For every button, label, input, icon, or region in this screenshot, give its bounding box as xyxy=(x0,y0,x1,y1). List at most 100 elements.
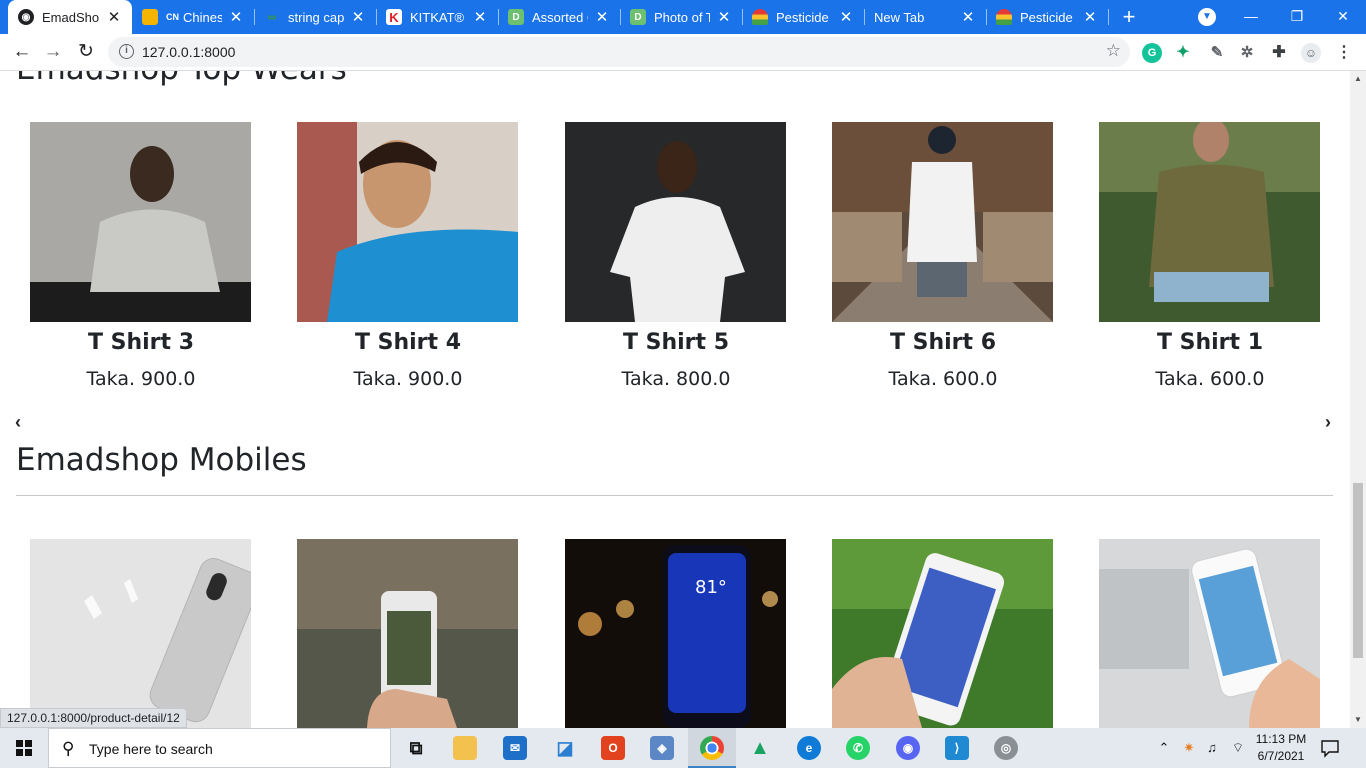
drive-icon[interactable]: ▲ xyxy=(748,736,772,760)
product-image[interactable] xyxy=(832,539,1053,728)
tray-app-icon[interactable]: ✷ xyxy=(1180,728,1198,768)
search-icon: ⚲ xyxy=(62,739,75,758)
tab-pesticide-1[interactable]: Pesticide fo ✕ xyxy=(742,0,864,34)
clock-date: 6/7/2021 xyxy=(1257,749,1305,763)
product-name[interactable]: T Shirt 5 xyxy=(565,330,787,355)
tab-title: string capi xyxy=(288,9,344,25)
product-image[interactable] xyxy=(565,122,786,322)
product-card[interactable]: T Shirt 5 Taka. 800.0 xyxy=(565,122,787,390)
search-placeholder: Type here to search xyxy=(89,741,213,757)
store-icon[interactable]: ◪ xyxy=(553,736,577,760)
tab-new-tab[interactable]: New Tab ✕ xyxy=(864,0,986,34)
product-image[interactable] xyxy=(30,122,251,322)
tab-pesticide-2[interactable]: Pesticide fo ✕ xyxy=(986,0,1108,34)
bug-icon[interactable]: ✲ xyxy=(1237,43,1257,63)
window-close-icon[interactable]: ✕ xyxy=(1320,0,1366,34)
product-image[interactable] xyxy=(297,539,518,728)
tab-title: EmadShop xyxy=(42,9,100,25)
restore-icon[interactable]: ❐ xyxy=(1274,0,1320,34)
product-name[interactable]: T Shirt 1 xyxy=(1099,330,1321,355)
address-bar[interactable]: i 127.0.0.1:8000 ☆ xyxy=(108,37,1130,67)
tab-title: Chinese xyxy=(183,9,222,25)
tab-photo[interactable]: D Photo of Tr ✕ xyxy=(620,0,742,34)
scrollbar-thumb[interactable] xyxy=(1353,483,1363,658)
extension-leaf-icon[interactable]: ✦ xyxy=(1173,43,1193,63)
task-view-icon[interactable]: ⧉ xyxy=(404,736,428,760)
minimize-icon[interactable]: — xyxy=(1228,0,1274,34)
network-icon[interactable]: ⌔ xyxy=(1228,728,1248,768)
tab-search-icon[interactable]: ▼ xyxy=(1198,8,1216,26)
system-clock[interactable]: 11:13 PM 6/7/2021 xyxy=(1250,731,1312,765)
close-icon[interactable]: ✕ xyxy=(594,8,610,26)
product-card[interactable] xyxy=(1099,539,1321,728)
close-icon[interactable]: ✕ xyxy=(838,8,854,26)
tab-chinese[interactable]: CN Chinese ✕ xyxy=(132,0,254,34)
close-icon[interactable]: ✕ xyxy=(1082,8,1098,26)
grammarly-icon[interactable]: G xyxy=(1142,43,1162,63)
info-icon[interactable]: i xyxy=(119,44,134,59)
product-name[interactable]: T Shirt 3 xyxy=(30,330,252,355)
product-card[interactable]: T Shirt 4 Taka. 900.0 xyxy=(297,122,519,390)
product-price: Taka. 900.0 xyxy=(353,368,463,390)
discord-icon[interactable]: ◉ xyxy=(896,736,920,760)
notification-center-icon[interactable] xyxy=(1320,738,1340,758)
carousel-next-button[interactable]: › xyxy=(1325,412,1331,433)
page-scrollbar[interactable]: ▲ ▼ xyxy=(1350,71,1366,728)
bookmark-star-icon[interactable]: ☆ xyxy=(1106,41,1121,61)
product-image[interactable] xyxy=(30,539,251,728)
tab-title: KITKAT® C xyxy=(410,9,466,25)
menu-dots-icon[interactable]: ⋮ xyxy=(1334,43,1354,63)
product-card[interactable] xyxy=(30,539,252,728)
mail-icon[interactable]: ✉ xyxy=(503,736,527,760)
product-name[interactable]: T Shirt 6 xyxy=(832,330,1054,355)
product-card[interactable] xyxy=(832,539,1054,728)
edge-icon[interactable]: e xyxy=(797,736,821,760)
rainbow-icon xyxy=(752,9,768,25)
tab-strip: ◉ EmadShop ✕ CN Chinese ✕ ∞ string capi … xyxy=(0,0,1366,34)
url-text[interactable]: 127.0.0.1:8000 xyxy=(142,44,235,60)
vscode-icon[interactable]: ⟩ xyxy=(945,736,969,760)
product-card[interactable] xyxy=(297,539,519,728)
volume-icon[interactable]: ♫ xyxy=(1203,728,1221,768)
back-icon[interactable]: ← xyxy=(9,39,35,65)
product-image[interactable] xyxy=(832,122,1053,322)
whatsapp-icon[interactable]: ✆ xyxy=(846,736,870,760)
close-icon[interactable]: ✕ xyxy=(350,8,366,26)
office-icon[interactable]: O xyxy=(601,736,625,760)
tab-string-capi[interactable]: ∞ string capi ✕ xyxy=(254,0,376,34)
product-name[interactable]: T Shirt 4 xyxy=(297,330,519,355)
tab-assorted[interactable]: D Assorted C ✕ xyxy=(498,0,620,34)
product-card[interactable]: T Shirt 1 Taka. 600.0 xyxy=(1099,122,1321,390)
close-icon[interactable]: ✕ xyxy=(228,8,244,26)
start-button[interactable] xyxy=(0,728,48,768)
scroll-up-icon[interactable]: ▲ xyxy=(1350,71,1366,87)
tab-emadshop[interactable]: ◉ EmadShop ✕ xyxy=(8,0,132,34)
product-image[interactable] xyxy=(1099,539,1320,728)
3d-viewer-icon[interactable]: ◈ xyxy=(650,736,674,760)
carousel-prev-button[interactable]: ‹ xyxy=(15,412,21,433)
extensions-puzzle-icon[interactable]: ✚ xyxy=(1269,43,1289,63)
forward-icon[interactable]: → xyxy=(40,39,66,65)
scroll-down-icon[interactable]: ▼ xyxy=(1350,712,1366,728)
app-globe-icon[interactable]: ◎ xyxy=(994,736,1018,760)
chrome-icon[interactable] xyxy=(700,736,724,760)
product-card[interactable]: T Shirt 3 Taka. 900.0 xyxy=(30,122,252,390)
show-hidden-icons[interactable]: ⌃ xyxy=(1155,728,1173,768)
product-image[interactable]: 81° xyxy=(565,539,786,728)
product-card[interactable]: 81° xyxy=(565,539,787,728)
tab-kitkat[interactable]: K KITKAT® C ✕ xyxy=(376,0,498,34)
profile-avatar-icon[interactable]: ☺ xyxy=(1301,43,1321,63)
eyedropper-icon[interactable]: ✎ xyxy=(1207,43,1227,63)
file-explorer-icon[interactable] xyxy=(453,736,477,760)
product-image[interactable] xyxy=(1099,122,1320,322)
close-icon[interactable]: ✕ xyxy=(106,8,122,26)
reload-icon[interactable]: ↻ xyxy=(73,39,99,65)
new-tab-button[interactable]: + xyxy=(1116,4,1142,30)
taskbar-search[interactable]: ⚲ Type here to search xyxy=(48,728,391,768)
product-card[interactable]: T Shirt 6 Taka. 600.0 xyxy=(832,122,1054,390)
product-image[interactable] xyxy=(297,122,518,322)
close-icon[interactable]: ✕ xyxy=(960,8,976,26)
product-price: Taka. 600.0 xyxy=(1155,368,1265,390)
close-icon[interactable]: ✕ xyxy=(716,8,732,26)
close-icon[interactable]: ✕ xyxy=(472,8,488,26)
